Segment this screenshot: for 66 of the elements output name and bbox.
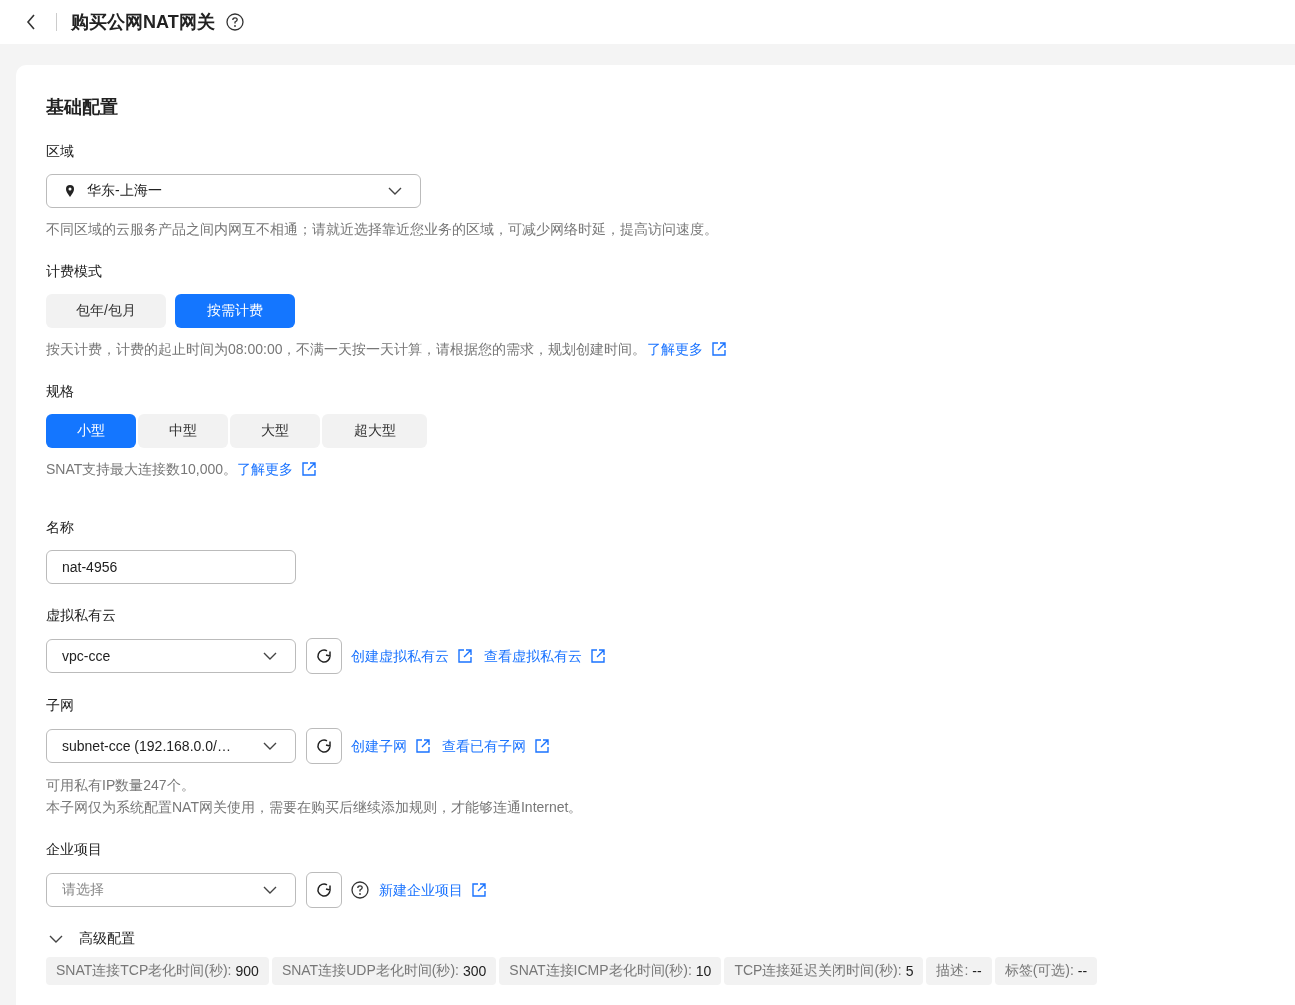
learn-more-link[interactable]: 了解更多 (237, 458, 294, 480)
external-link-icon (471, 882, 487, 898)
field-label: 区域 (46, 142, 74, 161)
refresh-icon (315, 647, 333, 665)
tag-label: SNAT连接ICMP老化时间(秒): (509, 962, 692, 980)
size-option[interactable]: 超大型 (322, 414, 427, 448)
external-link-icon (710, 341, 727, 357)
external-link-icon (534, 738, 550, 754)
learn-more-link[interactable]: 了解更多 (646, 338, 703, 360)
section-title: 基础配置 (46, 96, 119, 119)
tag-value: 900 (235, 963, 259, 979)
external-link-icon (415, 738, 431, 754)
tag-value: 10 (695, 963, 712, 979)
vpc-link[interactable]: 创建虚拟私有云 (351, 645, 449, 667)
help-icon[interactable] (351, 881, 369, 899)
hint-text: SNAT支持最大连接数10,000。 (46, 460, 238, 479)
caret-icon (263, 652, 277, 660)
field-label: 规格 (46, 382, 74, 401)
refresh-icon (315, 881, 333, 899)
subnet-link[interactable]: 查看已有子网 (442, 735, 526, 757)
vpc-link[interactable]: 查看虚拟私有云 (484, 645, 582, 667)
back-icon[interactable] (26, 14, 36, 30)
tag-label: SNAT连接TCP老化时间(秒): (56, 962, 232, 980)
field-label: 企业项目 (46, 840, 102, 859)
tag-value: -- (972, 963, 982, 979)
hint-text: 可用私有IP数量247个。 (46, 776, 196, 795)
caret-icon (263, 886, 277, 894)
tag-value: 5 (905, 963, 914, 979)
field-label: 子网 (46, 696, 74, 715)
billing-option[interactable]: 按需计费 (175, 294, 295, 328)
refresh-icon (315, 737, 333, 755)
tag-value: -- (1077, 963, 1088, 979)
refresh-button[interactable] (306, 872, 342, 908)
location-pin-icon (65, 184, 75, 198)
new-project-link[interactable]: 新建企业项目 (379, 879, 463, 901)
name-input[interactable]: nat-4956 (46, 550, 296, 584)
field-label: 名称 (46, 518, 74, 537)
tag-label: SNAT连接UDP老化时间(秒): (281, 962, 459, 980)
page-title: 购买公网NAT网关 (71, 11, 215, 34)
project-select[interactable]: 请选择 (46, 873, 296, 907)
external-link-icon (301, 461, 318, 477)
external-link-icon (590, 648, 606, 664)
field-label: 虚拟私有云 (46, 606, 116, 625)
size-option[interactable]: 中型 (138, 414, 228, 448)
subnet-link[interactable]: 创建子网 (351, 735, 407, 757)
size-option[interactable]: 大型 (230, 414, 320, 448)
hint-text: 不同区域的云服务产品之间内网互不相通；请就近选择靠近您业务的区域，可减少网络时延，提高访问速度。 (46, 220, 718, 239)
hint-text: 按天计费，计费的起止时间为08:00:00，不满一天按一天计算，请根据您的需求，规划创建时间。 (46, 340, 647, 359)
refresh-button[interactable] (306, 638, 342, 674)
tag-label: 标签(可选): (1004, 962, 1074, 980)
subnet-select[interactable]: subnet-cce (192.168.0.0/… (46, 729, 296, 763)
field-label: 计费模式 (46, 262, 102, 281)
size-option[interactable]: 小型 (46, 414, 136, 448)
advanced-settings-toggle[interactable]: 高级配置 (79, 930, 135, 948)
billing-option[interactable]: 包年/包月 (46, 294, 166, 328)
caret-icon (263, 742, 277, 750)
external-link-icon (457, 648, 473, 664)
region-select[interactable]: 华东-上海一 (46, 174, 421, 208)
tag-label: 描述: (936, 962, 969, 980)
help-icon[interactable] (225, 13, 244, 31)
refresh-button[interactable] (306, 728, 342, 764)
tag-label: TCP连接延迟关闭时间(秒): (734, 962, 902, 980)
hint-text: 本子网仅为系统配置NAT网关使用，需要在购买后继续添加规则，才能够连通Internet。 (46, 798, 583, 817)
tag-value: 300 (462, 963, 487, 979)
caret-icon (388, 187, 402, 195)
vpc-select[interactable]: vpc-cce (46, 639, 296, 673)
